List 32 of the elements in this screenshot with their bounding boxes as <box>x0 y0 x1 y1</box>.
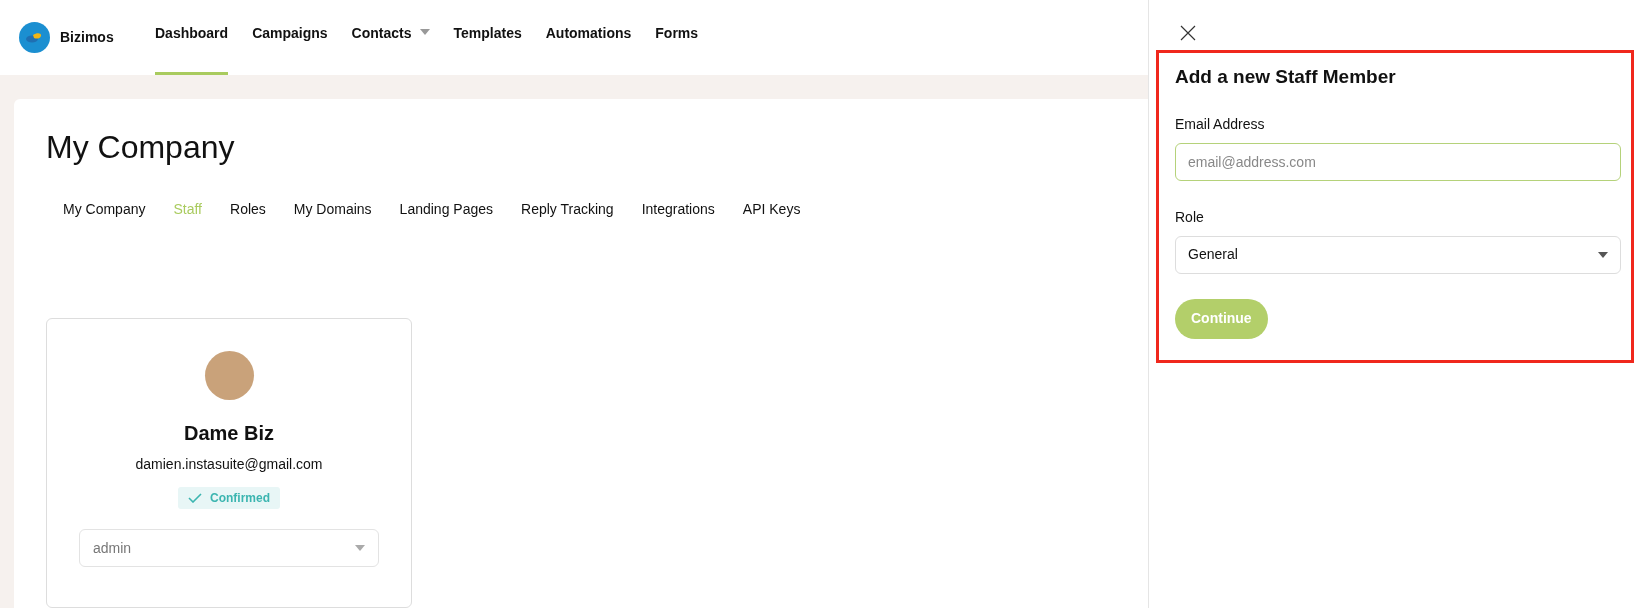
nav-link[interactable]: Automations <box>545 0 632 75</box>
nav-link[interactable]: Campaigns <box>252 0 328 75</box>
tab[interactable]: Landing Pages <box>399 199 494 220</box>
nav-link[interactable]: Forms <box>655 0 699 75</box>
staff-name: Dame Biz <box>184 421 274 446</box>
tab[interactable]: My Domains <box>293 199 372 220</box>
page-title: My Company <box>46 128 236 167</box>
role-select[interactable]: admin <box>79 529 379 567</box>
email-input[interactable]: email@address.com <box>1175 142 1621 181</box>
check-icon <box>188 493 202 503</box>
avatar-placeholder <box>204 351 254 400</box>
tab[interactable]: My Company <box>63 199 146 220</box>
close-icon <box>1180 25 1196 41</box>
nav-link[interactable]: Contacts <box>351 0 430 75</box>
logo-icon <box>19 22 50 53</box>
staff-email: damien.instasuite@gmail.com <box>135 455 323 474</box>
caret-icon <box>1598 251 1608 258</box>
caret-icon <box>355 545 365 551</box>
tab[interactable]: Roles <box>230 199 266 220</box>
brand-name: Bizimos <box>60 28 114 47</box>
field-label: Role <box>1175 207 1205 227</box>
status-badge: Confirmed <box>178 487 280 509</box>
tab[interactable]: Reply Tracking <box>521 199 614 220</box>
panel-title: Add a new Staff Member <box>1175 65 1397 89</box>
caret-icon <box>419 29 430 35</box>
tab[interactable]: API Keys <box>742 199 801 220</box>
tab[interactable]: Integrations <box>641 199 715 220</box>
field-label: Email Address <box>1175 114 1266 134</box>
nav-link[interactable]: Dashboard <box>155 0 229 75</box>
nav-link[interactable]: Templates <box>453 0 522 75</box>
role-select[interactable]: General <box>1175 235 1621 274</box>
close-button[interactable] <box>1180 25 1196 41</box>
